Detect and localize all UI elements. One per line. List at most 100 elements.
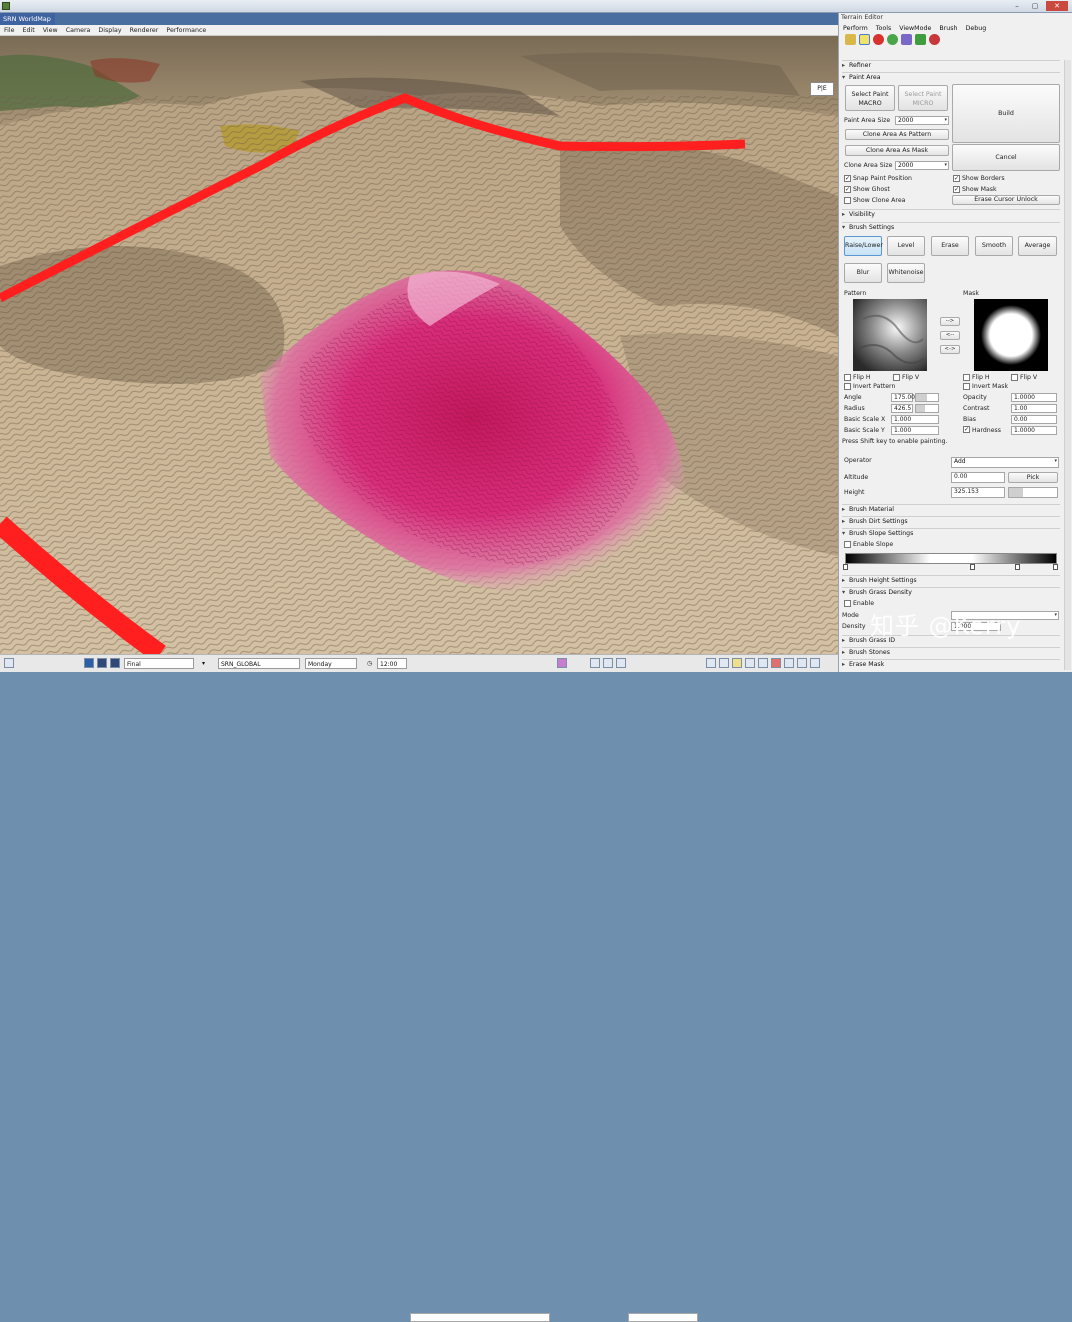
weekday-select[interactable]: Monday [305, 658, 357, 669]
shield-icon[interactable] [797, 658, 807, 668]
pass-icon[interactable] [97, 658, 107, 668]
flip-v-pattern-checkbox[interactable] [893, 374, 900, 381]
grass-tool-icon[interactable] [915, 34, 927, 45]
weather-icon[interactable] [557, 658, 567, 668]
brush-mode-level-button[interactable]: Level [887, 236, 925, 256]
section-refiner[interactable]: ▸ Refiner [842, 60, 1060, 70]
brush-mode-average-button[interactable]: Average [1018, 236, 1057, 256]
section-brush-dirt[interactable]: ▸ Brush Dirt Settings [842, 516, 1060, 526]
show-clone-area-checkbox[interactable] [844, 197, 851, 204]
panel-scrollbar[interactable] [1064, 60, 1071, 670]
snap-paint-checkbox[interactable]: ✓ [844, 175, 851, 182]
rotate-icon[interactable] [719, 658, 729, 668]
grid-icon[interactable] [590, 658, 600, 668]
terrain-viewport[interactable]: P|E [0, 36, 838, 654]
section-erase-mask[interactable]: ▸ Erase Mask [842, 659, 1060, 669]
tab-worldmap[interactable]: SRN WorldMap [0, 13, 55, 25]
angle-slider[interactable] [915, 393, 939, 402]
snap-icon[interactable] [603, 658, 613, 668]
paint-area-size-select[interactable]: 2000 ▾ [895, 116, 949, 125]
camera-speed-slider[interactable] [628, 1313, 698, 1322]
operator-select[interactable]: Add ▾ [951, 457, 1059, 468]
invert-pattern-checkbox[interactable] [844, 383, 851, 390]
section-brush-height[interactable]: ▸ Brush Height Settings [842, 575, 1060, 585]
panel-menu-debug[interactable]: Debug [962, 23, 991, 34]
menu-edit[interactable]: Edit [19, 25, 39, 36]
pick-button[interactable]: Pick [1008, 472, 1058, 483]
swap-pattern-mask-button[interactable]: <-> [940, 345, 960, 354]
menu-file[interactable]: File [0, 25, 19, 36]
basic-scale-x-field[interactable]: 1.000 [891, 415, 939, 424]
section-paint-area[interactable]: ▾ Paint Area [842, 72, 1060, 82]
angle-field[interactable]: 175.00 [891, 393, 915, 402]
layers-tool-icon[interactable] [901, 34, 913, 45]
radius-field[interactable]: 426.5 [891, 404, 913, 413]
menu-renderer[interactable]: Renderer [126, 25, 163, 36]
radius-slider[interactable] [915, 404, 939, 413]
select-paint-macro-button[interactable]: Select Paint MACRO [845, 85, 895, 111]
hardness-checkbox[interactable]: ✓ [963, 426, 970, 433]
erase-cursor-unlock-button[interactable]: Erase Cursor Unlock [952, 195, 1060, 205]
speed-icon[interactable] [616, 658, 626, 668]
clone-area-size-select[interactable]: 2000 ▾ [895, 161, 949, 170]
copy-mask-to-pattern-button[interactable]: <-- [940, 331, 960, 340]
gear-icon[interactable] [784, 658, 794, 668]
slope-handle-2[interactable] [970, 564, 975, 570]
maximize-button[interactable]: ▢ [1028, 2, 1042, 10]
flag-icon[interactable] [810, 658, 820, 668]
time-of-day-slider[interactable] [410, 1313, 550, 1322]
menu-display[interactable]: Display [94, 25, 125, 36]
select-paint-micro-button[interactable]: Select Paint MICRO [898, 85, 948, 111]
enable-slope-checkbox[interactable] [844, 541, 851, 548]
render-mode-select[interactable]: Final [124, 658, 194, 669]
basic-scale-y-field[interactable]: 1.000 [891, 426, 939, 435]
viewport-mode-badge[interactable]: P|E [810, 82, 834, 96]
slope-gradient-bar[interactable] [845, 553, 1057, 564]
minimize-button[interactable]: – [1010, 2, 1024, 10]
build-button[interactable]: Build [952, 84, 1060, 143]
pass-icon-2[interactable] [110, 658, 120, 668]
camera-icon[interactable] [758, 658, 768, 668]
section-brush-settings[interactable]: ▾ Brush Settings [842, 222, 1060, 232]
slope-handle-4[interactable] [1053, 564, 1058, 570]
height-field[interactable]: 325.153 [951, 487, 1005, 498]
apply-tool-icon[interactable] [887, 34, 899, 45]
invert-mask-checkbox[interactable] [963, 383, 970, 390]
brush-mode-erase-button[interactable]: Erase [931, 236, 969, 256]
show-ghost-checkbox[interactable]: ✓ [844, 186, 851, 193]
time-of-day-field[interactable]: 12:00 [377, 658, 407, 669]
flip-v-mask-checkbox[interactable] [1011, 374, 1018, 381]
flip-h-mask-checkbox[interactable] [963, 374, 970, 381]
show-borders-checkbox[interactable]: ✓ [953, 175, 960, 182]
record-icon[interactable] [771, 658, 781, 668]
contrast-field[interactable]: 1.00 [1011, 404, 1057, 413]
paint-tool-icon[interactable] [859, 34, 871, 45]
panel-menu-viewmode[interactable]: ViewMode [895, 23, 935, 34]
clone-area-as-mask-button[interactable]: Clone Area As Mask [845, 145, 949, 156]
altitude-field[interactable]: 0.00 [951, 472, 1005, 483]
menu-view[interactable]: View [39, 25, 62, 36]
panel-menu-brush[interactable]: Brush [935, 23, 961, 34]
opacity-field[interactable]: 1.0000 [1011, 393, 1057, 402]
panel-menu-perform[interactable]: Perform [839, 23, 872, 34]
menu-camera[interactable]: Camera [62, 25, 95, 36]
clone-area-as-pattern-button[interactable]: Clone Area As Pattern [845, 129, 949, 140]
cancel-button[interactable]: Cancel [952, 144, 1060, 171]
render-mode-icon[interactable] [84, 658, 94, 668]
slope-handle-1[interactable] [843, 564, 848, 570]
section-brush-material[interactable]: ▸ Brush Material [842, 504, 1060, 514]
brush-mode-smooth-button[interactable]: Smooth [975, 236, 1013, 256]
brush-mode-blur-button[interactable]: Blur [844, 263, 882, 283]
mask-preview[interactable] [974, 299, 1048, 371]
flip-h-pattern-checkbox[interactable] [844, 374, 851, 381]
brush-mode-whitenoise-button[interactable]: Whitenoise [887, 263, 925, 283]
section-brush-slope[interactable]: ▾ Brush Slope Settings [842, 528, 1060, 538]
close-button[interactable]: ✕ [1046, 1, 1068, 11]
select-tool-icon[interactable] [845, 34, 856, 45]
slope-handle-3[interactable] [1015, 564, 1020, 570]
cancel-tool-icon[interactable] [873, 34, 885, 45]
coordinate-space-select[interactable]: SRN_GLOBAL [218, 658, 300, 669]
bias-field[interactable]: 0.00 [1011, 415, 1057, 424]
copy-pattern-to-mask-button[interactable]: --> [940, 317, 960, 326]
panel-menu-tools[interactable]: Tools [872, 23, 896, 34]
